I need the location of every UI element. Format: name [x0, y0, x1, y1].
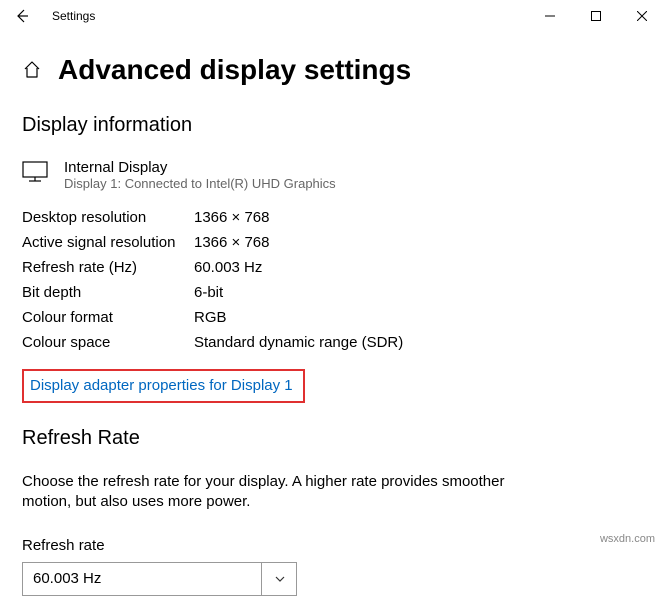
refresh-rate-title: Refresh Rate — [22, 427, 643, 450]
info-label: Bit depth — [22, 284, 194, 301]
info-row: Colour space Standard dynamic range (SDR… — [22, 334, 643, 351]
minimize-button[interactable] — [527, 0, 573, 32]
info-row: Bit depth 6-bit — [22, 284, 643, 301]
info-value: RGB — [194, 309, 227, 326]
back-arrow-icon — [14, 8, 30, 24]
watermark: wsxdn.com — [600, 533, 655, 545]
display-name: Internal Display — [64, 159, 336, 176]
home-icon[interactable] — [22, 60, 42, 80]
display-info-title: Display information — [22, 114, 643, 137]
info-value: 6-bit — [194, 284, 223, 301]
refresh-rate-selected: 60.003 Hz — [33, 570, 101, 587]
display-identity: Internal Display Display 1: Connected to… — [64, 159, 336, 191]
info-label: Desktop resolution — [22, 209, 194, 226]
info-row: Colour format RGB — [22, 309, 643, 326]
info-row: Active signal resolution 1366 × 768 — [22, 234, 643, 251]
display-block: Internal Display Display 1: Connected to… — [22, 159, 643, 191]
info-label: Refresh rate (Hz) — [22, 259, 194, 276]
info-row: Desktop resolution 1366 × 768 — [22, 209, 643, 226]
close-icon — [637, 11, 647, 21]
page-title: Advanced display settings — [58, 54, 411, 86]
info-value: 60.003 Hz — [194, 259, 262, 276]
info-value: 1366 × 768 — [194, 234, 270, 251]
monitor-icon — [22, 161, 48, 183]
window-title: Settings — [44, 9, 95, 23]
refresh-rate-label: Refresh rate — [22, 537, 643, 554]
info-value: 1366 × 768 — [194, 209, 270, 226]
info-row: Refresh rate (Hz) 60.003 Hz — [22, 259, 643, 276]
close-button[interactable] — [619, 0, 665, 32]
info-label: Colour format — [22, 309, 194, 326]
info-label: Active signal resolution — [22, 234, 194, 251]
back-button[interactable] — [0, 0, 44, 32]
titlebar: Settings — [0, 0, 665, 32]
page-header: Advanced display settings — [22, 54, 643, 86]
display-subtitle: Display 1: Connected to Intel(R) UHD Gra… — [64, 176, 336, 191]
chevron-down-icon — [274, 573, 286, 585]
adapter-properties-link[interactable]: Display adapter properties for Display 1 — [30, 377, 293, 394]
info-value: Standard dynamic range (SDR) — [194, 334, 403, 351]
adapter-properties-highlight: Display adapter properties for Display 1 — [22, 369, 305, 403]
maximize-button[interactable] — [573, 0, 619, 32]
minimize-icon — [545, 11, 555, 21]
maximize-icon — [591, 11, 601, 21]
refresh-rate-dropdown[interactable]: 60.003 Hz — [22, 562, 297, 596]
info-label: Colour space — [22, 334, 194, 351]
window-controls — [527, 0, 665, 32]
content: Advanced display settings Display inform… — [0, 54, 665, 596]
refresh-rate-description: Choose the refresh rate for your display… — [22, 472, 522, 513]
dropdown-divider — [261, 563, 262, 595]
